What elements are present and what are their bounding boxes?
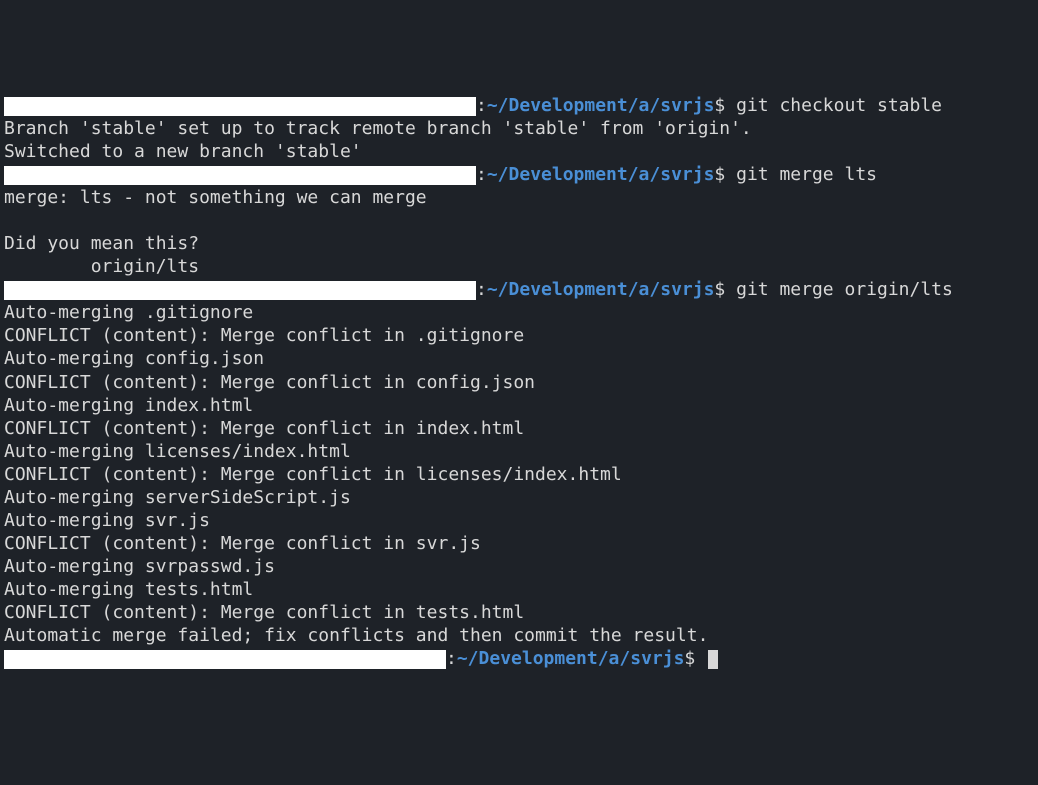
prompt-line: :~/Development/a/svrjs$ git merge lts [4,163,1034,186]
prompt-path: ~/Development/a/svrjs [487,279,715,300]
output-line: Auto-merging config.json [4,347,1034,370]
output-line: Automatic merge failed; fix conflicts an… [4,624,1034,647]
output-line: origin/lts [4,255,1034,278]
prompt-separator: : [446,648,457,669]
prompt-line: :~/Development/a/svrjs$ git checkout sta… [4,94,1034,117]
redacted-hostname [4,281,476,300]
command-text: git merge origin/lts [736,279,953,300]
output-line: CONFLICT (content): Merge conflict in sv… [4,532,1034,555]
output-line: Auto-merging svrpasswd.js [4,555,1034,578]
redacted-hostname [4,97,476,116]
prompt-separator: : [476,164,487,185]
prompt-path: ~/Development/a/svrjs [487,95,715,116]
cursor [708,650,718,669]
output-line: Auto-merging svr.js [4,509,1034,532]
prompt-line: :~/Development/a/svrjs$ [4,647,1034,670]
command-text: git checkout stable [736,95,942,116]
output-line: merge: lts - not something we can merge [4,186,1034,209]
prompt-line: :~/Development/a/svrjs$ git merge origin… [4,278,1034,301]
output-line: CONFLICT (content): Merge conflict in li… [4,463,1034,486]
output-line: Auto-merging .gitignore [4,301,1034,324]
output-line: Auto-merging licenses/index.html [4,440,1034,463]
output-line: CONFLICT (content): Merge conflict in co… [4,371,1034,394]
prompt-dollar: $ [714,95,736,116]
prompt-dollar: $ [714,164,736,185]
output-line: CONFLICT (content): Merge conflict in .g… [4,324,1034,347]
redacted-hostname [4,650,446,669]
command-text: git merge lts [736,164,877,185]
output-line: Switched to a new branch 'stable' [4,140,1034,163]
output-line: CONFLICT (content): Merge conflict in te… [4,601,1034,624]
output-line: Branch 'stable' set up to track remote b… [4,117,1034,140]
output-line: CONFLICT (content): Merge conflict in in… [4,417,1034,440]
prompt-dollar: $ [684,648,706,669]
output-line: Auto-merging tests.html [4,578,1034,601]
output-line: Did you mean this? [4,232,1034,255]
redacted-hostname [4,166,476,185]
prompt-path: ~/Development/a/svrjs [487,164,715,185]
prompt-dollar: $ [714,279,736,300]
terminal-output[interactable]: :~/Development/a/svrjs$ git checkout sta… [4,94,1034,670]
prompt-separator: : [476,279,487,300]
prompt-path: ~/Development/a/svrjs [457,648,685,669]
output-line [4,209,1034,232]
output-line: Auto-merging serverSideScript.js [4,486,1034,509]
prompt-separator: : [476,95,487,116]
output-line: Auto-merging index.html [4,394,1034,417]
